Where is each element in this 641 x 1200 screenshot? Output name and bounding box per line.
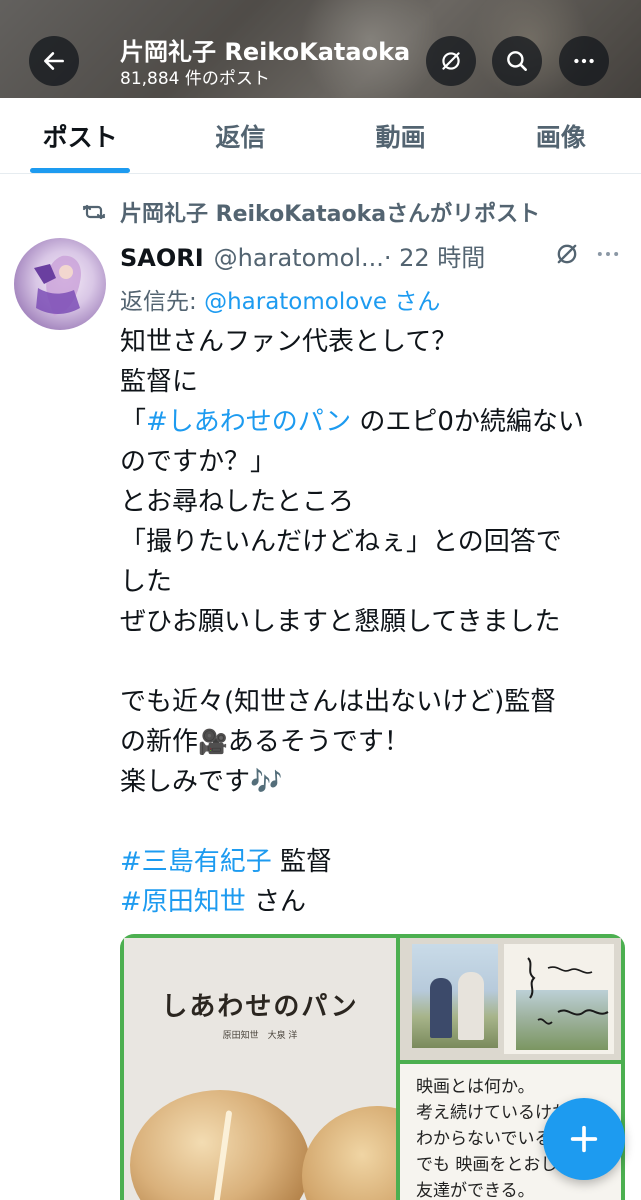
post-time[interactable]: · 22 時間 (384, 238, 485, 273)
tab-replies[interactable]: 返信 (160, 98, 320, 173)
post-line: 監督に (120, 367, 199, 397)
repost-indicator[interactable]: 片岡礼子 ReikoKataokaさんがリポスト (80, 196, 540, 228)
movie-camera-emoji: 🎥 (198, 728, 228, 756)
avatar[interactable] (14, 238, 106, 330)
hashtag-link[interactable]: #しあわせのパン (146, 407, 351, 437)
arrow-left-icon (44, 52, 64, 70)
more-button[interactable] (559, 36, 609, 86)
author-handle[interactable]: @haratomol... (214, 244, 384, 272)
hashtag-link[interactable]: #原田知世 (120, 887, 246, 917)
photo-couple (412, 944, 498, 1048)
person-figure (458, 972, 484, 1040)
tab-label: 画像 (535, 122, 586, 152)
profile-tabs: ポスト 返信 動画 画像 (0, 98, 641, 174)
tab-images[interactable]: 画像 (481, 98, 641, 173)
tab-label: 動画 (375, 122, 426, 152)
tab-posts[interactable]: ポスト (0, 98, 160, 173)
back-button[interactable] (29, 36, 79, 86)
post-text-fragment: 監督 (271, 847, 333, 877)
post-text-fragment: の新作 (120, 727, 199, 757)
post-line: 「#しあわせのパン のエピ0か続編ない (120, 402, 625, 442)
more-dots-icon[interactable] (594, 240, 622, 268)
repost-icon (82, 204, 106, 220)
post-text: 知世さんファン代表として？ 監督に 「#しあわせのパン のエピ0か続編ない ので… (120, 322, 625, 922)
reply-handle-link[interactable]: @haratomolove (204, 289, 387, 315)
plus-icon (570, 1125, 598, 1153)
author-name[interactable]: SAORI (120, 244, 204, 272)
repost-text: 片岡礼子 ReikoKataokaさんがリポスト (120, 202, 541, 227)
post-count: 81,884 件のポスト (120, 69, 270, 89)
signature-scribble (527, 957, 609, 1025)
book-title: しあわせのパン (161, 992, 359, 1022)
tab-label: ポスト (42, 122, 118, 152)
post-text-fragment: 「 (120, 407, 147, 437)
tab-videos[interactable]: 動画 (321, 98, 481, 173)
media-image-photos[interactable] (400, 938, 621, 1060)
reply-to: 返信先: @haratomolove さん (120, 282, 440, 316)
post-line: ぜひお願いしますと懇願してきました (120, 607, 561, 637)
profile-header: 片岡礼子 ReikoKataoka 81,884 件のポスト (0, 0, 641, 98)
post-line: でも近々(知世さんは出ないけど)監督 (120, 687, 557, 717)
post-line: 楽しみです🎶 (120, 767, 283, 797)
profile-name: 片岡礼子 ReikoKataoka (120, 38, 411, 66)
bread-image (302, 1106, 396, 1200)
post-line: のですか？」 (120, 447, 277, 477)
post-line: した (120, 567, 173, 597)
post-line: #原田知世 さん (120, 882, 625, 922)
handwritten-line: わからないでいる (416, 1129, 552, 1149)
post-text-fragment: さん (245, 887, 307, 917)
tab-label: 返信 (215, 122, 266, 152)
mute-icon[interactable] (553, 240, 581, 268)
avatar-illustration (34, 255, 82, 316)
post-line: の新作🎥あるそうです！ (120, 722, 625, 762)
active-tab-indicator (30, 168, 131, 173)
search-icon (507, 51, 527, 71)
post-line: #三島有紀子 監督 (120, 842, 625, 882)
reply-label: 返信先: (120, 289, 197, 315)
person-figure (430, 978, 452, 1038)
media-image-book[interactable]: しあわせのパン 原田知世 大泉 洋 (124, 938, 396, 1200)
reply-suffix: さん (394, 289, 441, 315)
post-line: 知世さんファン代表として？ (120, 327, 458, 357)
mute-button[interactable] (426, 36, 476, 86)
post-header: SAORI @haratomol... · 22 時間 (120, 238, 485, 273)
more-dots-icon (574, 58, 594, 64)
post-line: 「撮りたいんだけどねぇ」との回答で (120, 527, 562, 557)
hashtag-link[interactable]: #三島有紀子 (120, 847, 272, 877)
post-line: とお尋ねしたところ (120, 487, 355, 517)
post-text-fragment: のエピ0か続編ない (351, 407, 584, 437)
compose-button[interactable] (543, 1098, 625, 1180)
mute-icon (442, 52, 460, 70)
handwritten-line: 友達ができる。 (416, 1181, 535, 1200)
book-credits: 原田知世 大泉 洋 (222, 1031, 298, 1041)
post-text-fragment: あるそうです！ (227, 727, 410, 757)
handwritten-line: 映画とは何か。 (416, 1077, 535, 1097)
search-button[interactable] (492, 36, 542, 86)
